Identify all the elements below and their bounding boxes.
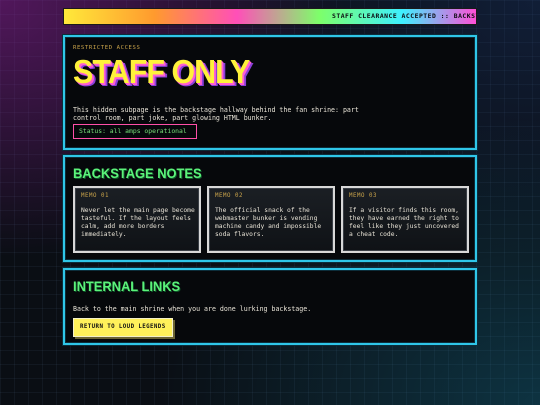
memo-label: MEMO 02 <box>215 193 243 199</box>
links-heading: INTERNAL LINKS <box>73 278 181 294</box>
memo-body: Never let the main page become tasteful.… <box>81 207 195 238</box>
hero-eyebrow: RESTRICTED ACCESS <box>73 45 141 51</box>
hero-panel: RESTRICTED ACCESS STAFF ONLY This hidden… <box>63 35 477 150</box>
page-title: STAFF ONLY <box>73 53 250 90</box>
marquee-text: STAFF CLEARANCE ACCEPTED :: BACKSTAGE AC… <box>332 12 476 20</box>
marquee-banner: STAFF CLEARANCE ACCEPTED :: BACKSTAGE AC… <box>63 8 477 25</box>
status-badge: Status: all amps operational <box>73 124 197 139</box>
hero-description: This hidden subpage is the backstage hal… <box>73 105 359 123</box>
notes-heading: BACKSTAGE NOTES <box>73 165 202 181</box>
memo-label: MEMO 03 <box>349 193 377 199</box>
memo-body: If a visitor finds this room, they have … <box>349 207 459 238</box>
internal-links-panel: INTERNAL LINKS Back to the main shrine w… <box>63 268 477 345</box>
memo-card: MEMO 02 The official snack of the webmas… <box>207 186 335 253</box>
links-description: Back to the main shrine when you are don… <box>73 304 312 313</box>
memo-card: MEMO 03 If a visitor finds this room, th… <box>341 186 469 253</box>
return-button[interactable]: RETURN TO LOUD LEGENDS <box>73 318 173 337</box>
memo-label: MEMO 01 <box>81 193 109 199</box>
backstage-notes-panel: BACKSTAGE NOTES MEMO 01 Never let the ma… <box>63 155 477 262</box>
memo-body: The official snack of the webmaster bunk… <box>215 207 322 238</box>
memo-card: MEMO 01 Never let the main page become t… <box>73 186 201 253</box>
